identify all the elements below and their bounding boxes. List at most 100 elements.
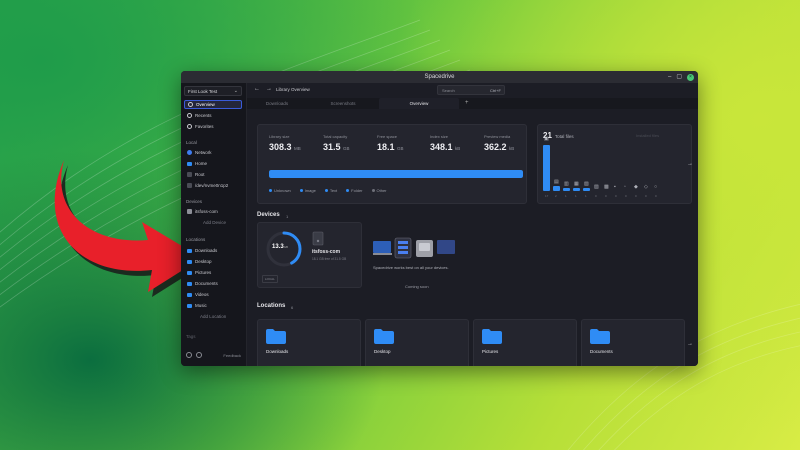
- stat-unit: MB: [294, 146, 301, 151]
- add-device-button[interactable]: Add Device: [203, 220, 226, 225]
- file-kind-icon: ○: [654, 184, 658, 190]
- file-kind-count-label: 1: [565, 194, 567, 198]
- legend-dot: [324, 189, 328, 192]
- stat-value: 348.1: [430, 142, 453, 152]
- sync-icon[interactable]: [196, 352, 202, 358]
- sidebar-item-network[interactable]: Network: [184, 148, 242, 157]
- file-kind-icon: ▩: [604, 184, 609, 190]
- file-kind-icon: ▫: [624, 184, 626, 190]
- window-title: Spacedrive: [424, 74, 455, 80]
- folder-icon: [590, 329, 610, 344]
- location-card-desktop[interactable]: Desktop: [365, 319, 469, 366]
- local-heading: Local: [186, 140, 197, 145]
- sidebar-location-downloads[interactable]: Downloads: [184, 246, 242, 255]
- file-kind-icon: ▨: [594, 184, 599, 190]
- file-kind-count-label: 0: [615, 194, 617, 198]
- sidebar: First Look Test ⌄ Overview Recents Favor…: [181, 83, 247, 366]
- legend-label: Text: [329, 188, 338, 193]
- legend-unknown: Unknown: [269, 188, 291, 193]
- legend-folder: Folder: [346, 188, 363, 193]
- folder-icon: [187, 292, 192, 297]
- sidebar-item-label: /dev/nvme0n1p2: [195, 183, 229, 188]
- location-card-downloads[interactable]: Downloads: [257, 319, 361, 366]
- file-kind-bar: [543, 145, 550, 191]
- clock-icon: [187, 113, 192, 118]
- close-icon[interactable]: ×: [687, 73, 694, 81]
- stat-unit: kB: [455, 146, 461, 151]
- sidebar-item-label: Pictures: [195, 270, 212, 275]
- laptop-icon: [187, 209, 192, 214]
- sidebar-item-favorites[interactable]: Favorites: [184, 122, 242, 131]
- search-input[interactable]: Search Ctrl+F: [437, 85, 505, 95]
- devices-section-title: Devices: [257, 212, 280, 218]
- sidebar-item-label: Overview: [196, 102, 215, 107]
- stat-unit: kB: [509, 146, 515, 151]
- app-window: Spacedrive – ▢ × First Look Test ⌄ Overv…: [181, 71, 698, 366]
- sidebar-location-documents[interactable]: Documents: [184, 279, 242, 288]
- devices-heading: Devices: [186, 199, 203, 204]
- ring-unit: GB: [283, 245, 289, 249]
- tab-downloads[interactable]: Downloads: [247, 98, 307, 109]
- drive-icon: [187, 183, 192, 188]
- add-location-button[interactable]: Add Location: [200, 314, 226, 319]
- minimize-icon[interactable]: –: [668, 73, 671, 81]
- location-card-documents[interactable]: Documents: [581, 319, 685, 366]
- legend-dot: [299, 189, 303, 192]
- file-kind-icon: ▣: [544, 136, 549, 142]
- location-card-pictures[interactable]: Pictures: [473, 319, 577, 366]
- sidebar-location-music[interactable]: Music: [184, 301, 242, 310]
- stat-free-space: Free space 18.1 GB: [377, 134, 404, 152]
- stats-next-arrow-icon[interactable]: →: [687, 161, 693, 167]
- legend-other: Other: [371, 188, 387, 193]
- legend-label: Other: [376, 188, 387, 193]
- device-card[interactable]: 13.3GB itsfoss-com 18.1 GB free of 31.5 …: [257, 222, 362, 288]
- stat-library-size: Library size 308.3 MB: [269, 134, 301, 152]
- maximize-icon[interactable]: ▢: [676, 73, 682, 81]
- drive-icon: [312, 231, 324, 246]
- chevron-down-icon: ⌄: [233, 88, 238, 94]
- sidebar-item-root[interactable]: Root: [184, 170, 242, 179]
- legend-text: Text: [324, 188, 338, 193]
- forward-arrow-icon[interactable]: →: [266, 86, 272, 92]
- locations-heading: Locations: [186, 237, 206, 242]
- tab-overview[interactable]: Overview: [379, 98, 459, 109]
- settings-icon[interactable]: [186, 352, 192, 358]
- sidebar-item-device[interactable]: itsfoss-com: [184, 207, 242, 216]
- folder-icon: [187, 281, 192, 286]
- tab-screenshots[interactable]: Screenshots: [311, 98, 375, 109]
- total-files-secondary-heading: Installed files: [636, 133, 660, 138]
- legend-dot: [371, 189, 375, 192]
- stat-unit: GB: [397, 146, 404, 151]
- sidebar-item-home[interactable]: Home: [184, 159, 242, 168]
- sidebar-location-pictures[interactable]: Pictures: [184, 268, 242, 277]
- total-files-label: Total files: [554, 134, 574, 139]
- file-kind-count-label: 0: [645, 194, 647, 198]
- sidebar-location-videos[interactable]: Videos: [184, 290, 242, 299]
- file-kind-count-label: 2: [555, 194, 557, 198]
- back-arrow-icon[interactable]: ←: [254, 86, 260, 92]
- sidebar-item-label: Downloads: [195, 248, 218, 253]
- file-kind-count-label: 0: [635, 194, 637, 198]
- sidebar-item-label: Recents: [195, 113, 212, 118]
- sidebar-item-nvme-partition[interactable]: /dev/nvme0n1p2: [184, 181, 242, 190]
- sidebar-item-label: Music: [195, 303, 207, 308]
- file-kind-icon: ◇: [644, 184, 648, 190]
- locations-next-arrow-icon[interactable]: →: [687, 341, 693, 347]
- sidebar-item-label: Favorites: [195, 124, 214, 129]
- sidebar-item-label: Home: [195, 161, 208, 166]
- location-name: Downloads: [266, 349, 289, 354]
- sidebar-location-desktop[interactable]: Desktop: [184, 257, 242, 266]
- library-selector[interactable]: First Look Test ⌄: [184, 86, 242, 96]
- search-placeholder: Search: [442, 87, 455, 93]
- new-tab-plus-icon[interactable]: +: [465, 100, 469, 106]
- file-kind-icon: ◆: [634, 184, 638, 190]
- feedback-button[interactable]: Feedback: [223, 353, 241, 358]
- sidebar-item-overview[interactable]: Overview: [184, 100, 242, 109]
- legend-label: Image: [304, 188, 316, 193]
- device-types-illustration-icon: [373, 237, 455, 259]
- file-kind-bar: [563, 188, 570, 191]
- drive-icon: [187, 172, 192, 177]
- sidebar-item-label: Network: [195, 150, 212, 155]
- file-kind-icon: ▥: [564, 181, 569, 188]
- sidebar-item-recents[interactable]: Recents: [184, 111, 242, 120]
